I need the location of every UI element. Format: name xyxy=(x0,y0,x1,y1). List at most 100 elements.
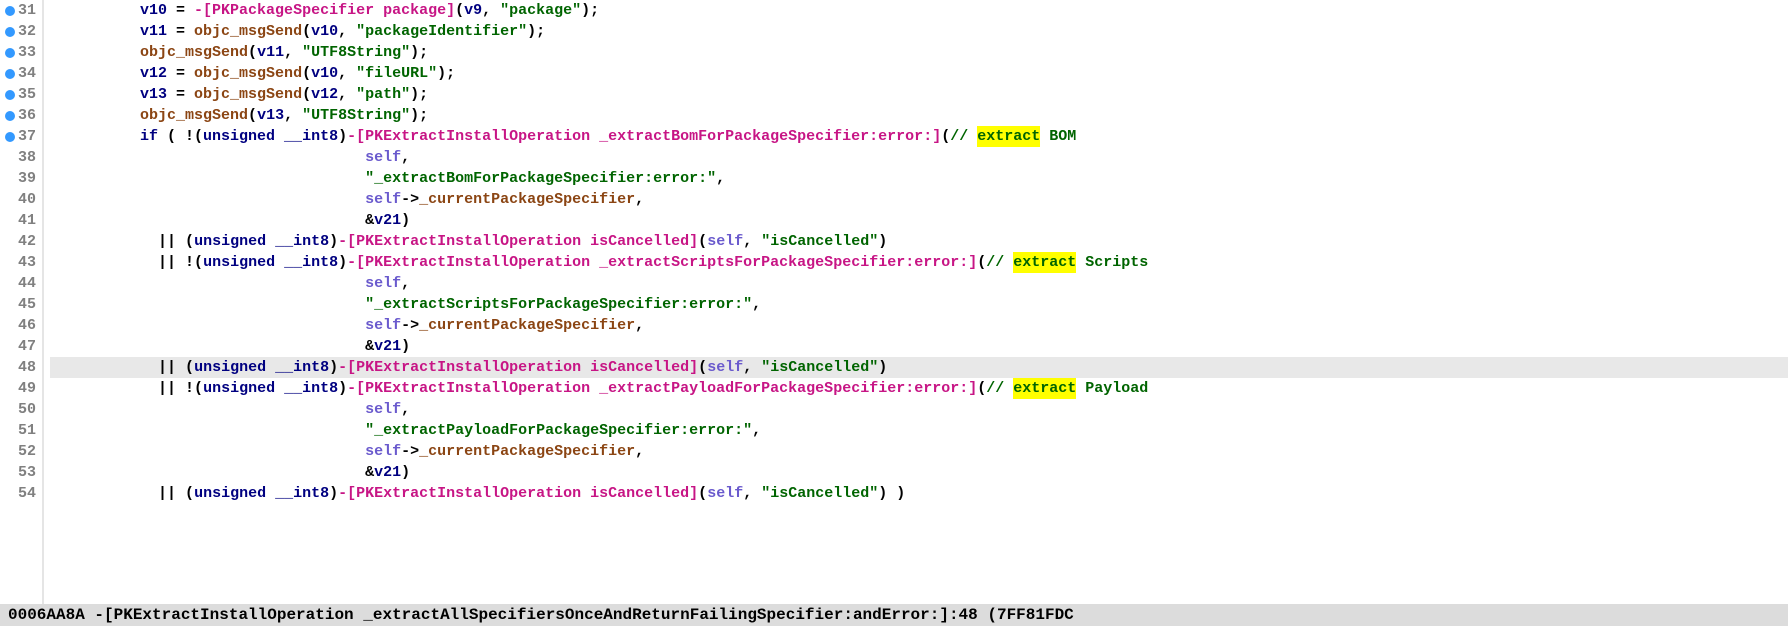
var-v21: v21 xyxy=(374,462,401,483)
gutter-row-40: 40 xyxy=(0,189,36,210)
gutter-row-46: 46 xyxy=(0,315,36,336)
line-gutter: 31 32 33 34 35 36 37 38 39 40 41 42 43 4… xyxy=(0,0,44,604)
gutter-row-51: 51 xyxy=(0,420,36,441)
code-line-49[interactable]: || !(unsigned __int8)-[PKExtractInstallO… xyxy=(50,378,1788,399)
code-line-51[interactable]: "_extractPayloadForPackageSpecifier:erro… xyxy=(50,420,1788,441)
breakpoint-icon[interactable] xyxy=(5,27,15,37)
gutter-row-49: 49 xyxy=(0,378,36,399)
code-line-42[interactable]: || (unsigned __int8)-[PKExtractInstallOp… xyxy=(50,231,1788,252)
breakpoint-icon[interactable] xyxy=(5,111,15,121)
line-number[interactable]: 42 xyxy=(18,231,36,252)
code-line-52[interactable]: self->_currentPackageSpecifier, xyxy=(50,441,1788,462)
objc-call: -[PKExtractInstallOperation _extractBomF… xyxy=(347,126,941,147)
line-number[interactable]: 52 xyxy=(18,441,36,462)
var-v9: v9 xyxy=(464,0,482,21)
breakpoint-icon[interactable] xyxy=(5,48,15,58)
code-line-50[interactable]: self, xyxy=(50,399,1788,420)
cast-type: unsigned __int8 xyxy=(203,126,338,147)
code-line-32[interactable]: v11 = objc_msgSend(v10, "packageIdentifi… xyxy=(50,21,1788,42)
breakpoint-icon[interactable] xyxy=(5,6,15,16)
objc-call: -[PKExtractInstallOperation isCancelled] xyxy=(338,483,698,504)
line-number[interactable]: 37 xyxy=(18,126,36,147)
code-line-53[interactable]: &v21) xyxy=(50,462,1788,483)
func-objc-msgsend: objc_msgSend xyxy=(194,84,302,105)
string-literal: "isCancelled" xyxy=(761,483,878,504)
line-number[interactable]: 44 xyxy=(18,273,36,294)
code-line-46[interactable]: self->_currentPackageSpecifier, xyxy=(50,315,1788,336)
gutter-row-31: 31 xyxy=(0,0,36,21)
comment: // xyxy=(950,126,977,147)
code-line-43[interactable]: || !(unsigned __int8)-[PKExtractInstallO… xyxy=(50,252,1788,273)
gutter-row-48: 48 xyxy=(0,357,36,378)
gutter-row-38: 38 xyxy=(0,147,36,168)
line-number[interactable]: 53 xyxy=(18,462,36,483)
line-number[interactable]: 43 xyxy=(18,252,36,273)
line-number[interactable]: 49 xyxy=(18,378,36,399)
line-number[interactable]: 39 xyxy=(18,168,36,189)
code-line-40[interactable]: self->_currentPackageSpecifier, xyxy=(50,189,1788,210)
keyword-self: self xyxy=(365,273,401,294)
gutter-row-34: 34 xyxy=(0,63,36,84)
code-line-45[interactable]: "_extractScriptsForPackageSpecifier:erro… xyxy=(50,294,1788,315)
code-line-48[interactable]: || (unsigned __int8)-[PKExtractInstallOp… xyxy=(50,357,1788,378)
code-line-38[interactable]: self, xyxy=(50,147,1788,168)
gutter-row-43: 43 xyxy=(0,252,36,273)
string-literal: "_extractBomForPackageSpecifier:error:" xyxy=(365,168,716,189)
gutter-row-33: 33 xyxy=(0,42,36,63)
string-literal: "path" xyxy=(356,84,410,105)
code-line-41[interactable]: &v21) xyxy=(50,210,1788,231)
code-line-36[interactable]: objc_msgSend(v13, "UTF8String"); xyxy=(50,105,1788,126)
var-v11: v11 xyxy=(140,21,167,42)
var-v12: v12 xyxy=(140,63,167,84)
breakpoint-icon[interactable] xyxy=(5,90,15,100)
code-line-54[interactable]: || (unsigned __int8)-[PKExtractInstallOp… xyxy=(50,483,1788,504)
line-number[interactable]: 31 xyxy=(18,0,36,21)
line-number[interactable]: 50 xyxy=(18,399,36,420)
string-literal: "isCancelled" xyxy=(761,231,878,252)
keyword-self: self xyxy=(365,189,401,210)
line-number[interactable]: 38 xyxy=(18,147,36,168)
string-literal: "isCancelled" xyxy=(761,357,878,378)
code-lines[interactable]: v10 = -[PKPackageSpecifier package](v9, … xyxy=(44,0,1788,604)
string-literal: "UTF8String" xyxy=(302,42,410,63)
line-number[interactable]: 40 xyxy=(18,189,36,210)
string-literal: "package" xyxy=(500,0,581,21)
line-number[interactable]: 45 xyxy=(18,294,36,315)
breakpoint-icon[interactable] xyxy=(5,132,15,142)
line-number[interactable]: 35 xyxy=(18,84,36,105)
line-number[interactable]: 32 xyxy=(18,21,36,42)
gutter-row-52: 52 xyxy=(0,441,36,462)
line-number[interactable]: 41 xyxy=(18,210,36,231)
objc-call: -[PKExtractInstallOperation _extractPayl… xyxy=(347,378,977,399)
code-line-44[interactable]: self, xyxy=(50,273,1788,294)
line-number[interactable]: 36 xyxy=(18,105,36,126)
code-editor[interactable]: 31 32 33 34 35 36 37 38 39 40 41 42 43 4… xyxy=(0,0,1788,604)
line-number[interactable]: 48 xyxy=(18,357,36,378)
code-line-47[interactable]: &v21) xyxy=(50,336,1788,357)
line-number[interactable]: 34 xyxy=(18,63,36,84)
line-number[interactable]: 46 xyxy=(18,315,36,336)
gutter-row-50: 50 xyxy=(0,399,36,420)
line-number[interactable]: 51 xyxy=(18,420,36,441)
code-line-33[interactable]: objc_msgSend(v11, "UTF8String"); xyxy=(50,42,1788,63)
code-line-37[interactable]: if ( !(unsigned __int8)-[PKExtractInstal… xyxy=(50,126,1788,147)
member-current-package-specifier: _currentPackageSpecifier xyxy=(419,189,635,210)
code-line-31[interactable]: v10 = -[PKPackageSpecifier package](v9, … xyxy=(50,0,1788,21)
line-number[interactable]: 47 xyxy=(18,336,36,357)
member-current-package-specifier: _currentPackageSpecifier xyxy=(419,441,635,462)
code-line-39[interactable]: "_extractBomForPackageSpecifier:error:", xyxy=(50,168,1788,189)
objc-call: -[PKExtractInstallOperation _extractScri… xyxy=(347,252,977,273)
line-number[interactable]: 54 xyxy=(18,483,36,504)
keyword-if: if xyxy=(140,126,158,147)
keyword-self: self xyxy=(707,357,743,378)
line-number[interactable]: 33 xyxy=(18,42,36,63)
highlight-extract: extract xyxy=(1013,252,1076,273)
gutter-row-35: 35 xyxy=(0,84,36,105)
keyword-self: self xyxy=(707,483,743,504)
var-v10: v10 xyxy=(140,0,167,21)
func-objc-msgsend: objc_msgSend xyxy=(140,105,248,126)
breakpoint-icon[interactable] xyxy=(5,69,15,79)
gutter-row-41: 41 xyxy=(0,210,36,231)
code-line-34[interactable]: v12 = objc_msgSend(v10, "fileURL"); xyxy=(50,63,1788,84)
code-line-35[interactable]: v13 = objc_msgSend(v12, "path"); xyxy=(50,84,1788,105)
